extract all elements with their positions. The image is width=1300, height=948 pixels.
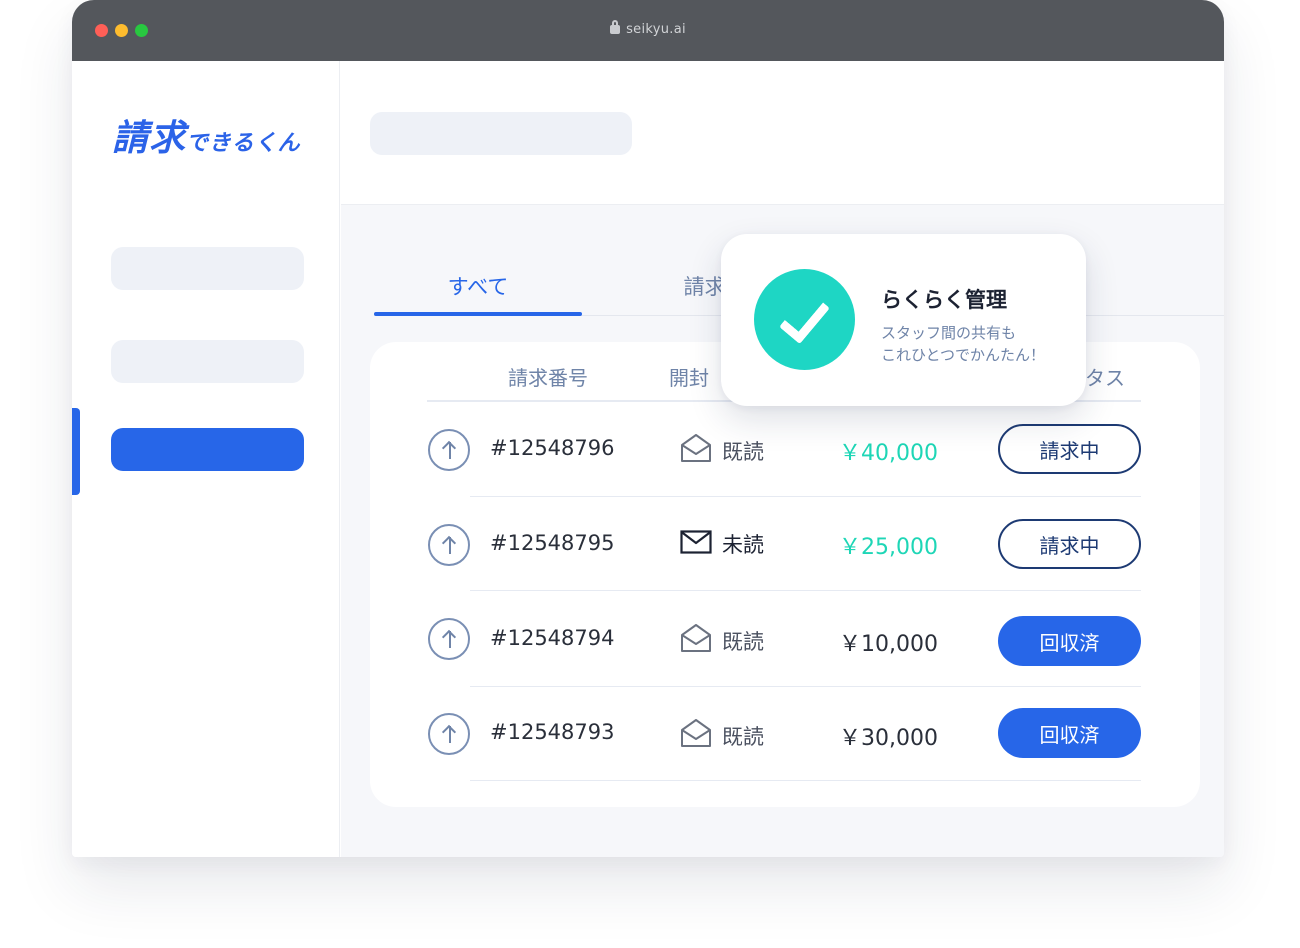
invoice-number: #12548796 bbox=[490, 436, 615, 460]
opened-status: 未読 bbox=[722, 533, 764, 557]
envelope-open-icon bbox=[681, 624, 711, 652]
invoice-number: #12548793 bbox=[490, 720, 615, 744]
column-header-status: タス bbox=[1085, 366, 1125, 390]
logo-text-large: 請求 bbox=[112, 118, 187, 159]
arrow-up-icon[interactable] bbox=[428, 429, 470, 471]
logo-text-small: できるくん bbox=[186, 131, 301, 156]
status-button[interactable]: 回収済 bbox=[998, 708, 1141, 758]
invoice-number: #12548794 bbox=[490, 626, 615, 650]
popup-subtitle-line2: これひとつでかんたん！ bbox=[881, 346, 1045, 364]
sidebar-item-active[interactable] bbox=[111, 428, 304, 471]
arrow-up-icon[interactable] bbox=[428, 618, 470, 660]
popup-subtitle: スタッフ間の共有も これひとつでかんたん！ bbox=[881, 322, 1045, 366]
sidebar: 請求できるくん bbox=[72, 61, 340, 857]
invoice-table-card: 請求番号 開封 タス #12548796 既読 ￥40,000 請求中 #125… bbox=[370, 342, 1200, 807]
arrow-up-icon[interactable] bbox=[428, 713, 470, 755]
active-tab-underline bbox=[374, 312, 582, 316]
app-logo[interactable]: 請求できるくん bbox=[112, 109, 301, 161]
envelope-closed-icon bbox=[680, 530, 712, 554]
feature-popup: らくらく管理 スタッフ間の共有も これひとつでかんたん！ bbox=[721, 234, 1086, 406]
browser-titlebar: seikyu.ai bbox=[72, 0, 1224, 61]
status-button[interactable]: 回収済 bbox=[998, 616, 1141, 666]
popup-subtitle-line1: スタッフ間の共有も bbox=[881, 324, 1017, 342]
invoice-amount: ￥25,000 bbox=[839, 535, 938, 560]
opened-status: 既読 bbox=[722, 440, 764, 464]
column-header-invoice-no: 請求番号 bbox=[508, 366, 588, 390]
envelope-open-icon bbox=[681, 719, 711, 747]
popup-title: らくらく管理 bbox=[881, 288, 1007, 312]
active-indicator bbox=[72, 408, 80, 495]
opened-status: 既読 bbox=[722, 725, 764, 749]
status-button[interactable]: 請求中 bbox=[998, 424, 1141, 474]
invoice-amount: ￥10,000 bbox=[839, 632, 938, 657]
check-icon bbox=[754, 269, 855, 370]
lock-icon bbox=[610, 20, 621, 34]
column-header-opened: 開封 bbox=[669, 366, 709, 390]
invoice-number: #12548795 bbox=[490, 531, 615, 555]
status-button[interactable]: 請求中 bbox=[998, 519, 1141, 569]
invoice-amount: ￥40,000 bbox=[839, 441, 938, 466]
sidebar-item-2[interactable] bbox=[111, 340, 304, 383]
url-text: seikyu.ai bbox=[626, 22, 686, 37]
row-divider bbox=[470, 686, 1141, 687]
search-placeholder-bar[interactable] bbox=[370, 112, 632, 155]
browser-window: seikyu.ai 請求できるくん すべて 請求中 請求番号 開封 タス #12… bbox=[72, 0, 1224, 857]
row-divider bbox=[470, 780, 1141, 781]
tab-all[interactable]: すべて bbox=[374, 271, 582, 301]
invoice-amount: ￥30,000 bbox=[839, 726, 938, 751]
sidebar-item-1[interactable] bbox=[111, 247, 304, 290]
envelope-open-icon bbox=[681, 434, 711, 462]
address-bar[interactable]: seikyu.ai bbox=[72, 20, 1224, 37]
top-bar bbox=[341, 61, 1224, 205]
arrow-up-icon[interactable] bbox=[428, 524, 470, 566]
row-divider bbox=[470, 496, 1141, 497]
opened-status: 既読 bbox=[722, 630, 764, 654]
row-divider bbox=[470, 590, 1141, 591]
